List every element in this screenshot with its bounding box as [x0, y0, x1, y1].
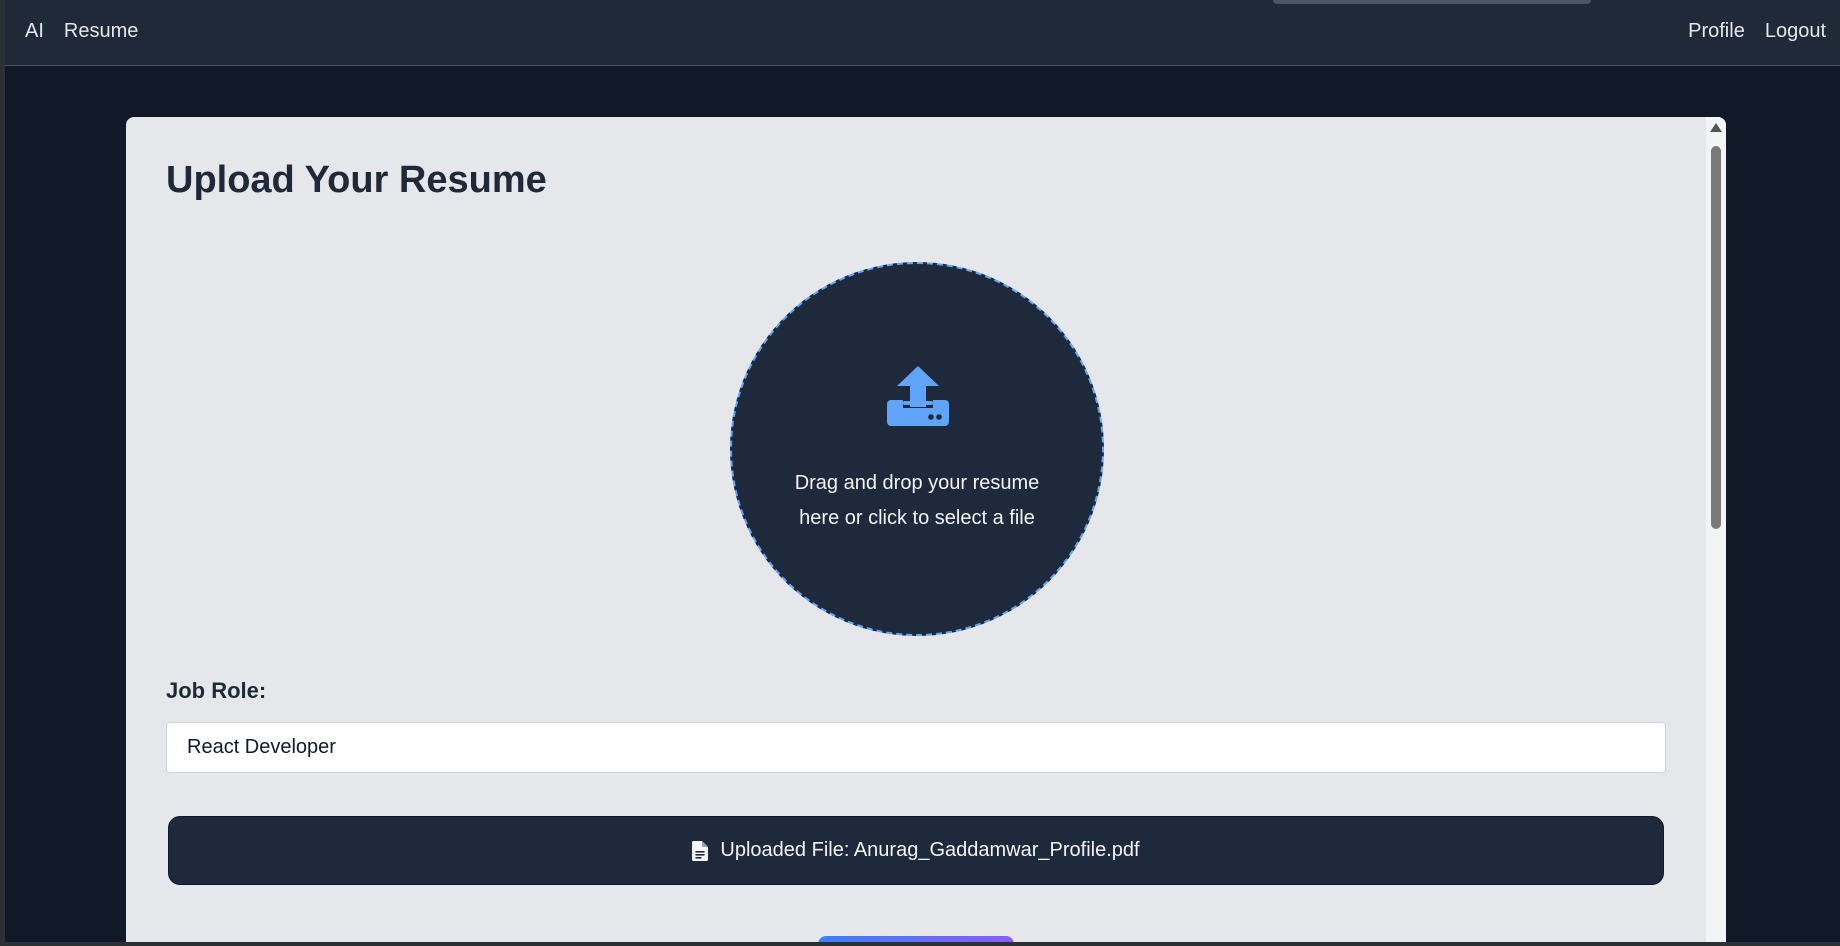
nav-link-resume[interactable]: Resume	[64, 18, 138, 44]
top-navbar: AI Resume Profile Logout	[5, 0, 1840, 66]
upload-tray-icon	[887, 366, 949, 426]
nav-right-group: Profile Logout	[1688, 18, 1826, 44]
dropzone-instructions: Drag and drop your resume here or click …	[794, 472, 1040, 529]
scroll-thumb[interactable]	[1711, 146, 1721, 529]
scroll-up-arrow-icon[interactable]	[1710, 123, 1722, 132]
document-icon	[692, 840, 709, 861]
nav-left-group: AI Resume	[25, 18, 138, 44]
card-scrollbar[interactable]	[1706, 117, 1726, 946]
uploaded-file-text: Uploaded File: Anurag_Gaddamwar_Profile.…	[720, 839, 1140, 861]
upload-card: Upload Your Resume Drag and drop your re…	[126, 117, 1726, 946]
resume-dropzone[interactable]: Drag and drop your resume here or click …	[730, 262, 1104, 636]
uploaded-file-bar: Uploaded File: Anurag_Gaddamwar_Profile.…	[168, 816, 1664, 885]
dropdown-shadow	[1273, 0, 1591, 4]
job-role-input[interactable]	[166, 722, 1666, 773]
job-role-label: Job Role:	[166, 678, 267, 703]
nav-link-logout[interactable]: Logout	[1765, 18, 1826, 44]
page-title: Upload Your Resume	[166, 159, 547, 201]
nav-link-profile[interactable]: Profile	[1688, 18, 1745, 44]
window-edge-bottom	[0, 942, 1840, 946]
nav-link-ai[interactable]: AI	[25, 18, 44, 44]
window-edge-left	[0, 0, 5, 946]
app-window: AI Resume Profile Logout Upload Your Res…	[0, 0, 1840, 946]
